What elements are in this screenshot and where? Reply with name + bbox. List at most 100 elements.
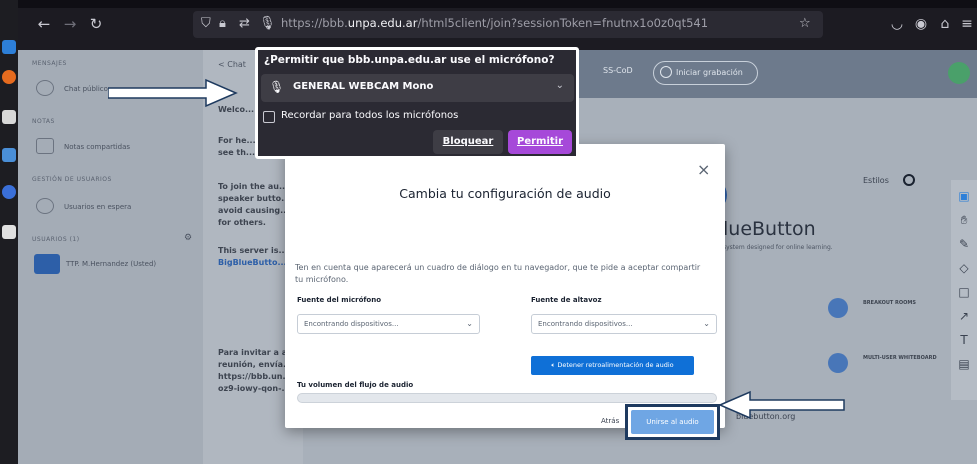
speaker-source-value: Encontrando dispositivos... [538, 320, 633, 328]
back-button[interactable]: Atrás [601, 417, 619, 425]
pencil-tool-icon[interactable]: ✎ [956, 236, 972, 252]
remember-checkbox[interactable] [263, 111, 275, 123]
record-button[interactable]: Iniciar grabación [653, 61, 758, 85]
forward-arrow-icon[interactable]: → [60, 14, 80, 34]
chevron-down-icon: ⌄ [703, 319, 710, 328]
annotation-arrow-right-icon [108, 78, 238, 108]
breakout-rooms-icon [828, 298, 848, 318]
volume-label: Tu volumen del flujo de audio [297, 381, 414, 389]
sidebar-item-public-chat[interactable]: Chat público [64, 85, 108, 93]
annotation-arrow-left-icon [718, 390, 845, 420]
style-label: Estilos [863, 176, 889, 185]
whiteboard-icon [828, 353, 848, 373]
os-dock [0, 0, 18, 464]
microphone-device-value: GENERAL WEBCAM Mono [293, 81, 434, 92]
browser-toolbar: ← → ↻ ⛉ 🔒︎ ⇄ 🎙︎ https://bbb.unpa.edu.ar/… [18, 0, 977, 50]
chat-line: BigBlueButto... [218, 258, 287, 267]
menu-icon[interactable]: ≡ [956, 13, 977, 35]
close-icon[interactable]: × [697, 160, 710, 179]
section-users: USUARIOS (1) [32, 236, 80, 243]
note-tool-icon[interactable]: ▤ [956, 356, 972, 372]
permission-title: ¿Permitir que bbb.unpa.edu.ar use el mic… [264, 54, 555, 66]
microphone-permission-popup: ¿Permitir que bbb.unpa.edu.ar use el mic… [255, 47, 579, 159]
chat-line: To join the au... [218, 182, 289, 191]
speaker-source-select[interactable]: Encontrando dispositivos... ⌄ [531, 314, 717, 334]
user-avatar [34, 254, 60, 274]
modal-note: Ten en cuenta que aparecerá un cuadro de… [295, 263, 701, 284]
block-button[interactable]: Bloquear [433, 130, 503, 154]
chat-line: For he... [218, 136, 256, 145]
chat-line: see th... [218, 148, 256, 157]
chevron-down-icon: ⌄ [555, 80, 564, 91]
mic-source-select[interactable]: Encontrando dispositivos... ⌄ [297, 314, 480, 334]
hand-tool-icon[interactable]: ✋︎ [956, 212, 972, 228]
reload-icon[interactable]: ↻ [86, 14, 106, 34]
stop-feedback-label: Detener retroalimentación de audio [557, 361, 674, 369]
section-user-management: GESTIÓN DE USUARIOS [32, 176, 112, 183]
chat-line: This server is... [218, 246, 288, 255]
arrow-tool-icon[interactable]: ↗ [956, 308, 972, 324]
dock-app-icon-4[interactable] [2, 225, 16, 239]
shield-icon[interactable]: ⛉ [201, 15, 211, 33]
record-icon [660, 66, 672, 78]
settings-gear-icon[interactable]: ⚙ [184, 233, 192, 243]
microphone-device-select[interactable]: 🎙︎ GENERAL WEBCAM Mono ⌄ [261, 74, 574, 102]
eraser-tool-icon[interactable]: ◇ [956, 260, 972, 276]
dock-app-icon-2[interactable] [2, 148, 16, 162]
url-text: https://bbb.unpa.edu.ar/html5client/join… [281, 16, 709, 30]
join-audio-highlight: Unirse al audio [625, 404, 720, 440]
microphone-permission-icon[interactable]: 🎙︎ [259, 15, 276, 33]
bookmark-star-icon[interactable]: ☆ [799, 15, 811, 33]
screen: ← → ↻ ⛉ 🔒︎ ⇄ 🎙︎ https://bbb.unpa.edu.ar/… [0, 0, 977, 464]
section-notes: NOTAS [32, 118, 55, 125]
chat-line: avoid causing... [218, 206, 290, 215]
feature-whiteboard: MULTI-USER WHITEBOARD [863, 355, 937, 361]
connection-status-icon[interactable] [948, 62, 970, 84]
mic-source-label: Fuente del micrófono [297, 296, 382, 304]
volume-meter [297, 393, 717, 403]
users-icon [36, 198, 54, 214]
dock-files-icon[interactable] [2, 110, 16, 124]
chat-icon [36, 80, 54, 96]
dock-app-icon-3[interactable] [2, 185, 16, 199]
extension-icon[interactable]: ◉ [910, 13, 932, 35]
dock-app-icon[interactable] [2, 40, 16, 54]
permissions-icon[interactable]: ⇄ [239, 15, 250, 33]
speaker-source-label: Fuente de altavoz [531, 296, 602, 304]
modal-title: Cambia tu configuración de audio [399, 186, 611, 201]
dock-firefox-icon[interactable] [2, 70, 16, 84]
cursor-tool-icon[interactable]: ▣ [956, 188, 972, 204]
pocket-icon[interactable]: ◡ [886, 13, 908, 35]
toggle-icon[interactable] [903, 174, 915, 186]
stop-audio-feedback-button[interactable]: 🔈︎ Detener retroalimentación de audio [531, 356, 694, 375]
rectangle-tool-icon[interactable]: □ [956, 284, 972, 300]
chat-line: speaker butto... [218, 194, 291, 203]
feature-breakout: BREAKOUT ROOMS [863, 300, 916, 306]
welcome-title: lueButton [723, 218, 816, 240]
sidebar-item-waiting-users[interactable]: Usuarios en espera [64, 203, 131, 211]
chat-line: reunión, envía... [218, 360, 293, 369]
tab-strip [18, 0, 977, 8]
allow-button[interactable]: Permitir [508, 130, 572, 154]
chat-line: https://bbb.un... [218, 372, 292, 381]
user-list-item[interactable]: TTP. M.Hernandez (Usted) [66, 260, 156, 268]
remember-label[interactable]: Recordar para todos los micrófonos [281, 110, 458, 121]
record-label: Iniciar grabación [676, 68, 743, 77]
chevron-down-icon: ⌄ [466, 319, 473, 328]
user-list-sidebar: MENSAJES Chat público NOTAS Notas compar… [18, 50, 203, 464]
lock-icon[interactable]: 🔒︎ [219, 15, 226, 33]
microphone-icon: 🎙︎ [269, 80, 285, 94]
chat-line: for others. [218, 218, 266, 227]
back-arrow-icon[interactable]: ← [34, 14, 54, 34]
mic-source-value: Encontrando dispositivos... [304, 320, 399, 328]
notes-icon [36, 138, 54, 154]
chat-header[interactable]: < Chat [218, 60, 246, 69]
session-name: SS-CoD [603, 66, 633, 75]
sidebar-item-shared-notes[interactable]: Notas compartidas [64, 143, 130, 151]
join-audio-button[interactable]: Unirse al audio [631, 410, 714, 434]
account-icon[interactable]: ⌂ [934, 13, 956, 35]
text-tool-icon[interactable]: T [956, 332, 972, 348]
chat-line: oz9-iowy-qon-... [218, 384, 291, 393]
url-bar[interactable]: ⛉ 🔒︎ ⇄ 🎙︎ https://bbb.unpa.edu.ar/html5c… [193, 11, 823, 38]
whiteboard-toolbar: ▣ ✋︎ ✎ ◇ □ ↗ T ▤ [951, 180, 977, 400]
